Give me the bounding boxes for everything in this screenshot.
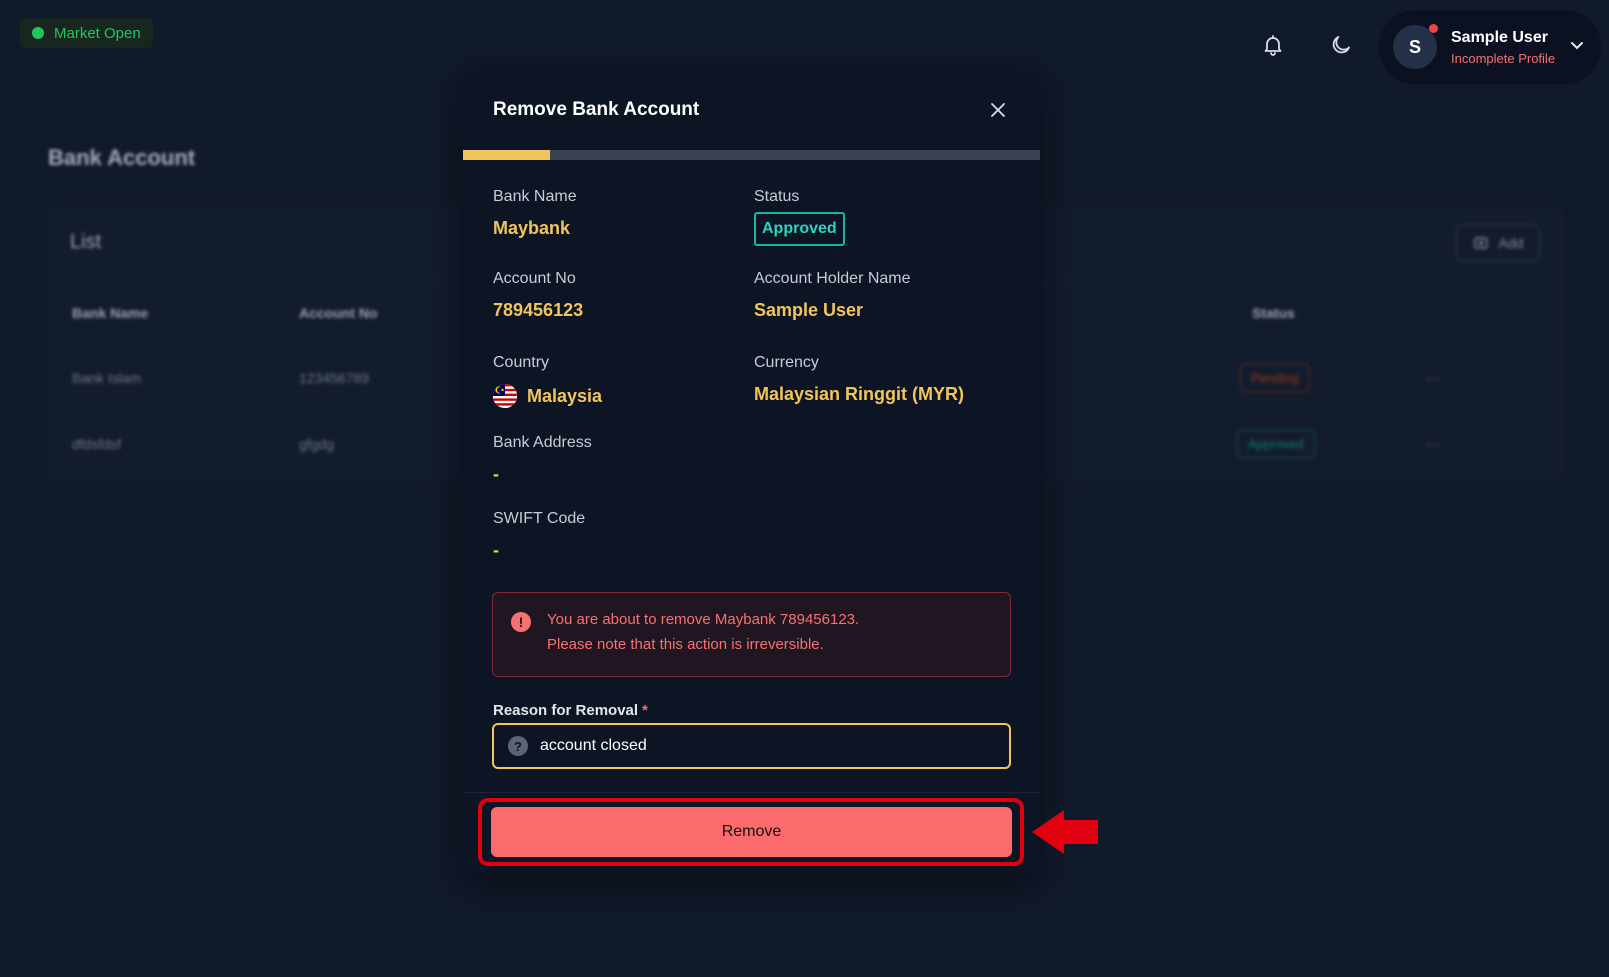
market-status-pill: Market Open [20, 18, 153, 48]
country-field: Country Malaysia [493, 354, 602, 408]
pointer-arrow-icon [1032, 810, 1098, 854]
theme-toggle-button[interactable] [1326, 30, 1356, 60]
account-no-field: Account No 789456123 [493, 270, 583, 321]
status-badge: Pending [1240, 363, 1310, 393]
user-menu[interactable]: S Sample User Incomplete Profile [1379, 10, 1601, 84]
row-actions-button[interactable]: ··· [1426, 370, 1440, 386]
market-status-dot [32, 27, 44, 39]
currency-label: Currency [754, 354, 819, 371]
account-holder-value: Sample User [754, 300, 864, 320]
status-label: Status [754, 188, 800, 205]
bank-address-value: - [493, 464, 499, 484]
bank-name-cell: Bank Islam [72, 370, 142, 386]
bank-address-label: Bank Address [493, 434, 592, 451]
close-button[interactable] [986, 98, 1010, 122]
question-icon: ? [508, 736, 528, 756]
malaysia-flag-icon [493, 384, 517, 408]
remove-button[interactable]: Remove [491, 807, 1012, 857]
reason-field[interactable]: ? [492, 723, 1011, 769]
status-badge: Approved [1237, 429, 1315, 459]
close-icon [991, 103, 1005, 117]
reason-label: Reason for Removal * [493, 702, 648, 719]
notification-dot [1429, 24, 1438, 33]
account-holder-field: Account Holder Name Sample User [754, 270, 911, 321]
user-name: Sample User [1451, 28, 1548, 46]
bank-name-label: Bank Name [493, 188, 577, 205]
account-holder-label: Account Holder Name [754, 270, 911, 287]
bank-name-value: Maybank [493, 218, 571, 238]
reason-input[interactable] [540, 737, 980, 755]
reason-label-text: Reason for Removal [493, 702, 639, 719]
moon-icon [1326, 30, 1356, 60]
currency-value: Malaysian Ringgit (MYR) [754, 384, 965, 404]
avatar: S [1393, 24, 1438, 69]
country-label: Country [493, 354, 550, 371]
chevron-down-icon [1571, 42, 1583, 50]
add-icon [1473, 236, 1488, 249]
market-status-label: Market Open [54, 24, 141, 42]
swift-code-field: SWIFT Code - [493, 510, 585, 561]
progress-bar [463, 150, 1040, 160]
alert-icon: ! [511, 612, 531, 632]
add-button-label: Add [1498, 234, 1524, 251]
column-header-bank-name: Bank Name [72, 305, 149, 321]
modal-title: Remove Bank Account [493, 99, 700, 120]
account-no-cell: gfgdg [299, 436, 335, 452]
bank-address-field: Bank Address - [493, 434, 592, 485]
add-bank-account-button[interactable]: Add [1456, 223, 1540, 262]
bank-name-cell: dfdsfdsf [72, 436, 122, 452]
avatar-initial: S [1408, 36, 1421, 57]
removal-warning-alert: ! You are about to remove Maybank 789456… [492, 592, 1011, 677]
account-no-label: Account No [493, 270, 576, 287]
progress-fill [463, 150, 550, 160]
account-no-cell: 123456789 [299, 370, 370, 386]
account-no-value: 789456123 [493, 300, 584, 320]
column-header-account-no: Account No [299, 305, 378, 321]
country-value: Malaysia [527, 385, 603, 406]
swift-code-value: - [493, 540, 499, 560]
modal-footer-divider [463, 792, 1040, 793]
alert-message: You are about to remove Maybank 78945612… [547, 611, 860, 628]
page-title: Bank Account [48, 145, 196, 170]
notification-button[interactable] [1258, 30, 1288, 60]
status-badge: Approved [754, 212, 845, 246]
column-header-status: Status [1252, 305, 1295, 321]
profile-status: Incomplete Profile [1451, 50, 1556, 66]
currency-field: Currency Malaysian Ringgit (MYR) [754, 354, 964, 405]
row-actions-button[interactable]: ··· [1426, 436, 1440, 452]
status-field: Status Approved [754, 188, 845, 246]
required-mark: * [642, 702, 648, 719]
list-title: List [70, 231, 102, 253]
swift-code-label: SWIFT Code [493, 510, 586, 527]
bell-icon [1258, 30, 1288, 60]
alert-note: Please note that this action is irrevers… [547, 636, 824, 653]
remove-bank-account-modal: Remove Bank Account Bank Name Maybank St… [463, 70, 1040, 873]
bank-name-field: Bank Name Maybank [493, 188, 577, 239]
